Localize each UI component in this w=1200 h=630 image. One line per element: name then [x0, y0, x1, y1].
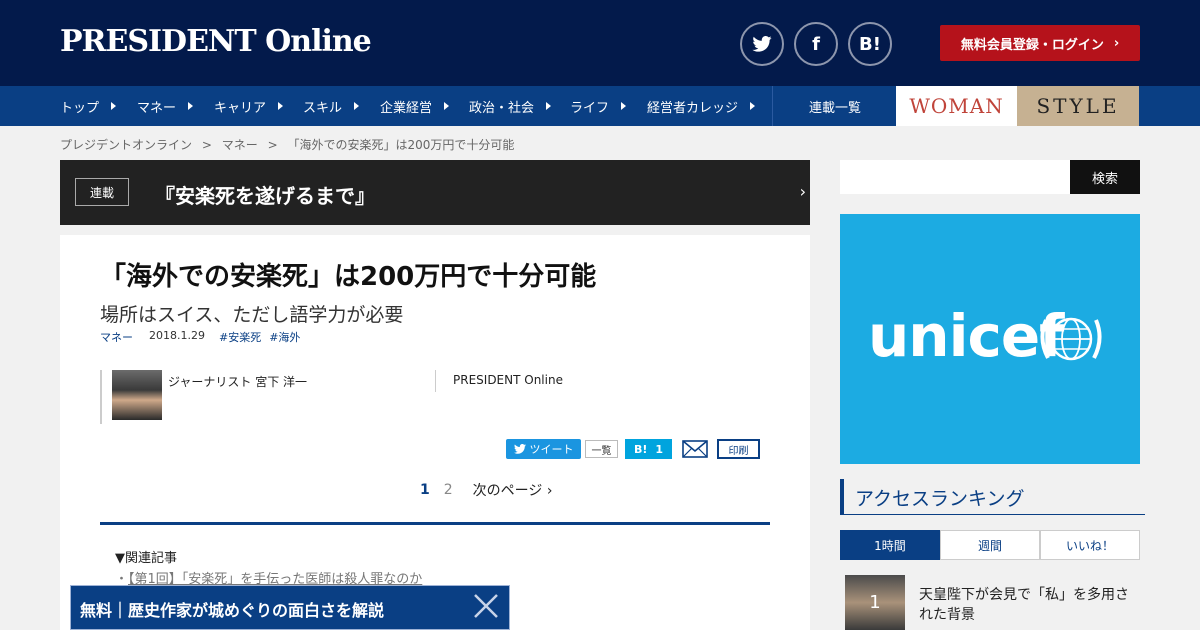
- triangle-right-icon: [111, 102, 117, 110]
- breadcrumb-sep: >: [267, 138, 278, 152]
- hatena-bookmark-button[interactable]: B!: [848, 22, 892, 66]
- breadcrumb: プレジデントオンライン > マネー > 「海外での安楽死」は200万円で十分可能: [60, 136, 520, 153]
- article-tag[interactable]: #安楽死: [219, 329, 261, 345]
- chevron-right-icon: ›: [799, 182, 806, 201]
- rank-number: 1: [869, 592, 881, 613]
- hatena-bookmark-share-button[interactable]: B! 1: [625, 439, 672, 459]
- breadcrumb-sep: >: [201, 138, 212, 152]
- facebook-icon: f: [812, 33, 820, 55]
- related-heading: ▼関連記事: [115, 551, 177, 566]
- nav-item-top[interactable]: トップ: [60, 86, 117, 126]
- ranking-item-title[interactable]: 天皇陛下が会見で「私」を多用された背景: [919, 585, 1139, 625]
- author-divider: [435, 370, 436, 392]
- tab-weekly[interactable]: 週間: [940, 530, 1040, 560]
- triangle-right-icon: [750, 102, 756, 110]
- site-logo[interactable]: PRESIDENT Online: [60, 24, 372, 59]
- login-button[interactable]: 無料会員登録・ログイン ›: [940, 25, 1140, 61]
- login-label: 無料会員登録・ログイン: [960, 37, 1104, 53]
- author-divider: [100, 370, 102, 424]
- search-button[interactable]: 検索: [1070, 160, 1140, 194]
- triangle-right-icon: [621, 102, 627, 110]
- triangle-right-icon: [188, 102, 194, 110]
- breadcrumb-item[interactable]: マネー: [222, 138, 258, 152]
- author-avatar[interactable]: [112, 370, 162, 420]
- series-banner[interactable]: 連載 『安楽死を遂げるまで』 ›: [60, 160, 810, 225]
- triangle-right-icon: [546, 102, 552, 110]
- nav-item-skill[interactable]: スキル: [303, 86, 360, 126]
- next-page-link[interactable]: 次のページ ›: [473, 480, 553, 500]
- nav-item-college[interactable]: 経営者カレッジ: [647, 86, 756, 126]
- article-title: 「海外での安楽死」は200万円で十分可能: [100, 262, 597, 292]
- twitter-icon: [513, 444, 526, 454]
- ranking-thumbnail[interactable]: 1: [845, 575, 905, 630]
- article-category[interactable]: マネー: [100, 329, 133, 345]
- mail-icon[interactable]: [682, 440, 708, 458]
- nav-item-politics[interactable]: 政治・社会: [469, 86, 552, 126]
- unicef-emblem-icon: [1040, 317, 1102, 361]
- hatena-count: 1: [655, 442, 664, 456]
- twitter-icon: [752, 36, 772, 52]
- tweet-list-button[interactable]: 一覧: [585, 440, 618, 458]
- style-link[interactable]: STYLE: [1017, 86, 1139, 126]
- ranking-title: アクセスランキング: [855, 488, 1025, 510]
- triangle-right-icon: [278, 102, 284, 110]
- tab-likes[interactable]: いいね！: [1040, 530, 1140, 560]
- publisher-name: PRESIDENT Online: [453, 373, 563, 387]
- section-divider: [100, 522, 770, 525]
- page-current: 1: [420, 482, 430, 498]
- floating-promo-text[interactable]: 無料｜歴史作家が城めぐりの面白さを解説: [80, 597, 384, 621]
- article-tag[interactable]: #海外: [269, 329, 300, 345]
- series-tag: 連載: [75, 178, 129, 206]
- pagination: 1 2 次のページ ›: [420, 480, 552, 500]
- print-button[interactable]: 印刷: [717, 439, 760, 459]
- unicef-ad-text: unicef: [868, 302, 1064, 370]
- woman-link[interactable]: WOMAN: [896, 86, 1017, 126]
- breadcrumb-current: 「海外での安楽死」は200万円で十分可能: [287, 138, 515, 152]
- hatena-bookmark-icon: B!: [633, 442, 648, 456]
- tab-hourly[interactable]: 1時間: [840, 530, 940, 560]
- article-meta: マネー 2018.1.29 #安楽死 #海外: [100, 329, 300, 345]
- article-date: 2018.1.29: [149, 329, 205, 342]
- triangle-right-icon: [444, 102, 450, 110]
- search-input[interactable]: [840, 160, 1070, 194]
- nav-item-management[interactable]: 企業経営: [380, 86, 450, 126]
- close-icon[interactable]: [470, 590, 502, 622]
- breadcrumb-item[interactable]: プレジデントオンライン: [60, 138, 192, 152]
- author-name[interactable]: ジャーナリスト 宮下 洋一: [168, 373, 307, 390]
- series-title: 『安楽死を遂げるまで』: [155, 184, 375, 208]
- nav-item-money[interactable]: マネー: [137, 86, 194, 126]
- tweet-label: ツイート: [529, 443, 574, 456]
- triangle-right-icon: [354, 102, 360, 110]
- chevron-right-icon: ›: [546, 483, 553, 499]
- nav-item-series-list[interactable]: 連載一覧: [809, 86, 861, 126]
- facebook-share-button[interactable]: f: [794, 22, 838, 66]
- hatena-bookmark-icon: B!: [859, 33, 881, 55]
- nav-divider: [772, 86, 773, 126]
- twitter-share-button[interactable]: [740, 22, 784, 66]
- nav-item-career[interactable]: キャリア: [214, 86, 284, 126]
- article-subtitle: 場所はスイス、ただし語学力が必要: [100, 304, 404, 326]
- tweet-button[interactable]: ツイート: [506, 439, 581, 459]
- page-link[interactable]: 2: [444, 482, 453, 498]
- chevron-right-icon: ›: [1113, 35, 1120, 51]
- nav-item-life[interactable]: ライフ: [570, 86, 627, 126]
